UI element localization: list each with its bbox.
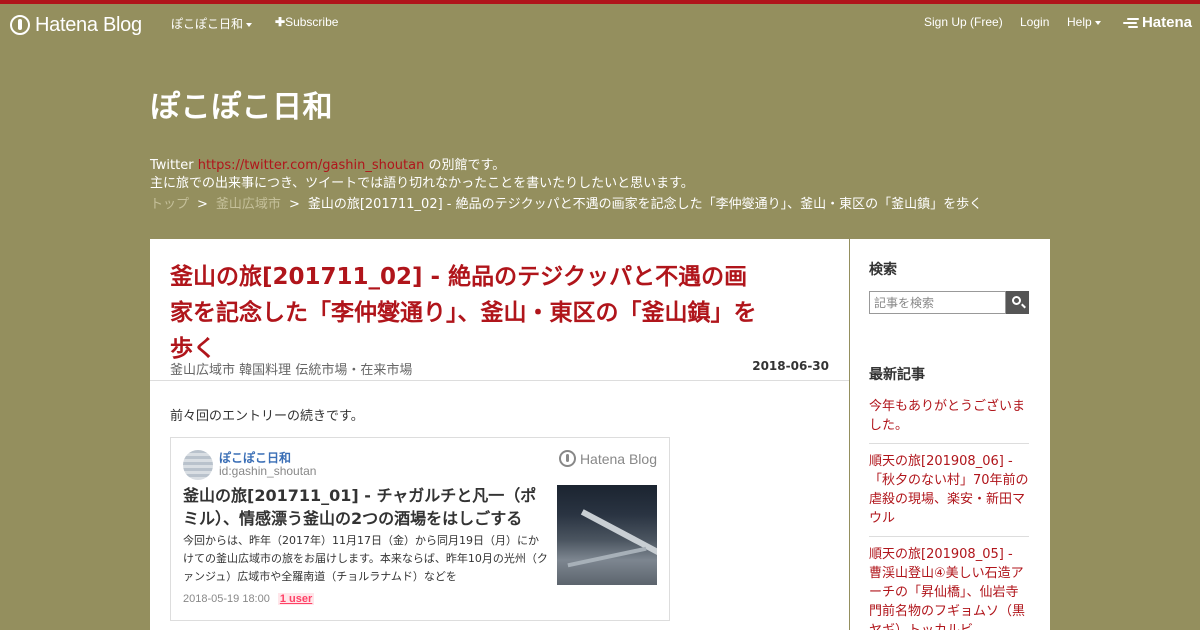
- hatena-logo[interactable]: Hatena: [1122, 14, 1192, 31]
- subscribe-label: Subscribe: [285, 15, 339, 29]
- breadcrumb-separator: >: [197, 197, 208, 212]
- recent-entries-list: 今年もありがとうございました。 順天の旅[201908_06] - 「秋夕のない…: [869, 397, 1029, 630]
- chevron-down-icon: [246, 22, 253, 27]
- sidebar: 検索 最新記事 今年もありがとうございました。 順天の旅[201908_06] …: [850, 239, 1050, 630]
- blog-menu-dropdown[interactable]: ぽこぽこ日和: [171, 15, 253, 32]
- search-button[interactable]: [1006, 291, 1029, 314]
- global-header: Hatena Blog ぽこぽこ日和 ✚Subscribe Sign Up (F…: [0, 0, 1200, 44]
- breadcrumb-separator: >: [288, 197, 300, 212]
- entry-panel: 釜山の旅[201711_02] - 絶品のテジクッパと不遇の画家を記念した「李仲…: [150, 239, 849, 630]
- embed-card[interactable]: ぽこぽこ日和 id:gashin_shoutan Hatena Blog 釜山の…: [170, 437, 670, 621]
- help-dropdown[interactable]: Help: [1067, 15, 1101, 29]
- chevron-down-icon: [1094, 20, 1101, 25]
- embed-thumbnail[interactable]: [557, 485, 657, 585]
- bookmark-users-link[interactable]: 1 user: [277, 593, 315, 605]
- hatena-wordmark: Hatena: [1141, 14, 1192, 31]
- twitter-link[interactable]: https://twitter.com/gashin_shoutan: [198, 158, 425, 173]
- search-icon: [1012, 296, 1021, 305]
- recent-entry-link[interactable]: 順天の旅[201908_05] - 曹渓山登山④美しい石造アーチの「昇仙橋」、仙…: [869, 545, 1029, 630]
- breadcrumb: トップ > 釜山広域市 > 釜山の旅[201711_02] - 絶品のテジクッパと不遇の…: [150, 193, 982, 212]
- breadcrumb-current: 釜山の旅[201711_02] - 絶品のテジクッパと不遇の画家を記念した「李仲…: [307, 197, 983, 212]
- category-link[interactable]: 釜山広域市: [170, 363, 235, 378]
- help-label: Help: [1067, 15, 1092, 29]
- recent-entry-link[interactable]: 順天の旅[201908_06] - 「秋夕のない村」70年前の虐殺の現場、楽安・…: [869, 452, 1029, 537]
- breadcrumb-category[interactable]: 釜山広域市: [216, 197, 281, 212]
- embed-date: 2018-05-19 18:00: [183, 593, 270, 605]
- hatena-blog-icon: [10, 15, 30, 35]
- entry-title[interactable]: 釜山の旅[201711_02] - 絶品のテジクッパと不遇の画家を記念した「李仲…: [170, 259, 770, 367]
- search-module-title: 検索: [869, 262, 897, 278]
- embed-excerpt: 今回からは、昨年（2017年）11月17日（金）から同月19日（月）にかけての釜…: [183, 534, 548, 583]
- entry-divider: [150, 380, 849, 381]
- blog-title[interactable]: ぽこぽこ日和: [150, 82, 333, 126]
- avatar: [183, 450, 213, 480]
- hatena-blog-icon: [558, 450, 576, 467]
- embed-title[interactable]: 釜山の旅[201711_01] - チャガルチと凡一（ポミル）、情感漂う釜山の2…: [183, 484, 548, 530]
- category-link[interactable]: 韓国料理: [239, 363, 291, 378]
- blog-menu-label: ぽこぽこ日和: [171, 17, 244, 31]
- hatena-blog-logo[interactable]: Hatena Blog: [10, 12, 142, 38]
- embed-user-id: id:gashin_shoutan: [219, 464, 317, 478]
- entry-intro-text: 前々回のエントリーの続きです。: [170, 409, 364, 424]
- embed-brand-label: Hatena Blog: [579, 450, 657, 467]
- search-input[interactable]: [869, 291, 1006, 314]
- desc-line-2: 主に旅での出来事につき、ツイートでは語り切れなかったことを書いたりしたいと思いま…: [150, 176, 694, 191]
- signup-link[interactable]: Sign Up (Free): [924, 15, 1003, 29]
- entry-categories: 釜山広域市 韓国料理 伝統市場・在来市場: [170, 359, 412, 378]
- recent-module-title: 最新記事: [869, 367, 925, 383]
- hatena-speed-lines-icon: [1122, 17, 1139, 29]
- login-link[interactable]: Login: [1020, 15, 1049, 29]
- desc-prefix: Twitter: [150, 158, 198, 173]
- breadcrumb-top[interactable]: トップ: [150, 197, 189, 212]
- search-form: [869, 291, 1029, 314]
- entry-date[interactable]: 2018-06-30: [752, 359, 829, 373]
- category-link[interactable]: 伝統市場・在来市場: [295, 363, 412, 378]
- recent-entry-link[interactable]: 今年もありがとうございました。: [869, 397, 1029, 444]
- hatena-blog-wordmark: Hatena Blog: [35, 13, 142, 36]
- blog-description: Twitter https://twitter.com/gashin_shout…: [150, 157, 694, 193]
- embed-meta: 2018-05-19 18:00 1 user: [183, 593, 315, 605]
- embed-hatena-blog-logo: Hatena Blog: [558, 450, 657, 467]
- desc-suffix: の別館です。: [424, 158, 506, 173]
- subscribe-button[interactable]: ✚Subscribe: [275, 15, 338, 29]
- plus-icon: ✚: [275, 15, 286, 29]
